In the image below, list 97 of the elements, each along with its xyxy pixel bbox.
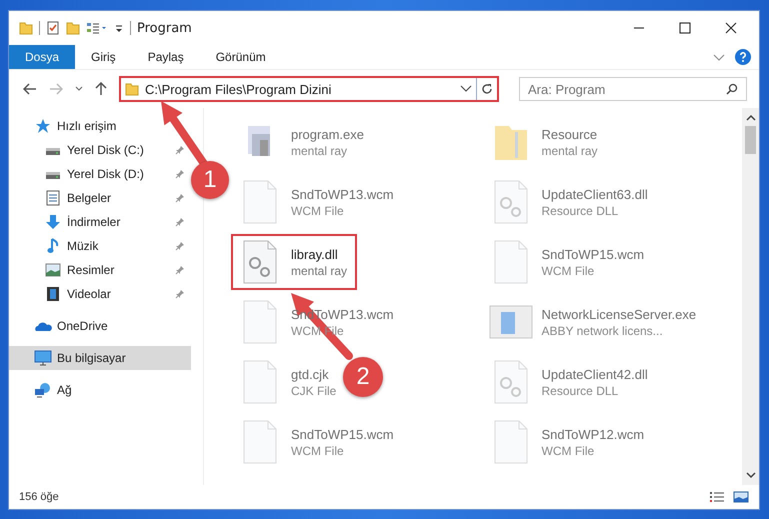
- sidebar-item[interactable]: Yerel Disk (D:): [9, 162, 191, 186]
- file-icon: [492, 420, 528, 464]
- file-item[interactable]: SndToWP13.wcm WCM File: [231, 174, 404, 230]
- file-name: program.exe: [291, 126, 364, 142]
- window-title: Program: [137, 20, 192, 36]
- pin-icon[interactable]: [175, 169, 185, 179]
- sidebar-item[interactable]: Resimler: [9, 258, 191, 282]
- monitor-icon: [34, 350, 52, 366]
- file-icon: [242, 180, 278, 224]
- properties-icon[interactable]: [46, 21, 60, 35]
- sidebar-item[interactable]: Müzik: [9, 234, 191, 258]
- address-bar[interactable]: C:\Program Files\Program Dizini: [121, 78, 476, 100]
- refresh-icon: [481, 83, 493, 95]
- file-name: SndToWP15.wcm: [291, 426, 394, 442]
- help-icon[interactable]: [735, 49, 751, 65]
- file-type: Resource DLL: [542, 384, 620, 398]
- file-name: SndToWP12.wcm: [542, 426, 644, 442]
- ribbon-tab[interactable]: Dosya: [9, 45, 76, 69]
- file-type: mental ray: [291, 144, 348, 158]
- search-icon: [726, 83, 738, 95]
- file-icon: [242, 420, 278, 464]
- step-number: 1: [191, 161, 229, 199]
- ribbon-tab[interactable]: Giriş: [75, 45, 132, 69]
- file-type: Resource DLL: [542, 204, 620, 218]
- search-field[interactable]: Ara: Program: [519, 77, 747, 101]
- sidebar-item[interactable]: Bu bilgisayar: [9, 346, 191, 370]
- file-type: ABBY network licens...: [542, 324, 664, 338]
- star-icon: [35, 118, 51, 134]
- file-type: mental ray: [542, 144, 598, 158]
- close-icon[interactable]: [725, 22, 737, 34]
- film-icon: [46, 286, 60, 302]
- file-type: WCM File: [291, 204, 345, 218]
- file-name: Resource: [542, 126, 598, 142]
- maximize-icon[interactable]: [679, 22, 691, 34]
- sidebar-item[interactable]: Ağ: [9, 378, 191, 402]
- sidebar-item[interactable]: İndirmeler: [9, 210, 191, 234]
- up-icon[interactable]: [95, 82, 107, 96]
- address-path: C:\Program Files\Program Dizini: [145, 82, 332, 96]
- pin-icon[interactable]: [175, 241, 185, 251]
- recent-icon[interactable]: [75, 86, 83, 92]
- sidebar-item[interactable]: Hızlı erişim: [9, 114, 191, 138]
- pin-icon[interactable]: [175, 193, 185, 203]
- ribbon-tab[interactable]: Paylaş: [132, 45, 200, 69]
- sidebar-item[interactable]: Videolar: [9, 282, 191, 306]
- download-icon: [45, 214, 61, 230]
- file-icon: [492, 180, 528, 224]
- scroll-up-icon[interactable]: [746, 114, 756, 122]
- picture-icon: [45, 263, 61, 277]
- sidebar-item[interactable]: OneDrive: [9, 314, 191, 338]
- file-name: SndToWP13.wcm: [291, 186, 394, 202]
- file-icon: [242, 240, 278, 284]
- folder-icon: [125, 82, 139, 96]
- pin-icon[interactable]: [175, 217, 185, 227]
- file-item[interactable]: UpdateClient63.dll Resource DLL: [482, 174, 658, 230]
- music-note-icon: [47, 238, 59, 254]
- file-type: WCM File: [542, 264, 596, 278]
- file-name: SndToWP15.wcm: [542, 246, 644, 262]
- file-item[interactable]: libray.dll mental ray: [231, 234, 358, 290]
- pin-icon[interactable]: [175, 145, 185, 155]
- file-type: CJK File: [291, 384, 336, 398]
- file-item[interactable]: Resource mental ray: [482, 114, 608, 170]
- file-icon: [242, 300, 278, 344]
- pin-icon[interactable]: [175, 289, 185, 299]
- back-icon[interactable]: [23, 83, 37, 95]
- chevron-down-icon[interactable]: [460, 85, 472, 93]
- file-name: UpdateClient63.dll: [542, 186, 648, 202]
- scrollbar-thumb[interactable]: [745, 126, 756, 154]
- network-icon: [34, 382, 52, 398]
- file-name: UpdateClient42.dll: [542, 366, 648, 382]
- sidebar-item[interactable]: Belgeler: [9, 186, 191, 210]
- document-icon: [46, 190, 60, 206]
- file-item[interactable]: SndToWP12.wcm WCM File: [482, 414, 654, 470]
- file-name: NetworkLicenseServer.exe: [542, 306, 696, 322]
- file-item[interactable]: NetworkLicenseServer.exe ABBY network licens...: [482, 294, 706, 350]
- file-icon: [492, 240, 528, 284]
- file-item[interactable]: SndToWP15.wcm WCM File: [231, 414, 404, 470]
- view-options-icon[interactable]: [86, 21, 108, 35]
- scroll-down-icon[interactable]: [746, 471, 756, 479]
- file-icon: [242, 360, 278, 404]
- file-type: WCM File: [291, 444, 345, 458]
- pin-icon[interactable]: [175, 265, 185, 275]
- file-item[interactable]: UpdateClient42.dll Resource DLL: [482, 354, 658, 410]
- ribbon-tab[interactable]: Görünüm: [200, 45, 282, 69]
- step-number: 2: [343, 357, 383, 397]
- file-name: gtd.cjk: [291, 366, 330, 382]
- file-item[interactable]: program.exe mental ray: [231, 114, 374, 170]
- window-icon: [488, 304, 532, 340]
- file-type: mental ray: [291, 264, 348, 278]
- item-count: 156 öğe: [19, 491, 59, 503]
- details-view-icon[interactable]: [709, 491, 725, 503]
- file-icon: [492, 360, 528, 404]
- cloud-icon: [34, 320, 52, 332]
- large-icons-view-icon[interactable]: [733, 491, 749, 503]
- sidebar-item[interactable]: Yerel Disk (C:): [9, 138, 191, 162]
- file-item[interactable]: SndToWP15.wcm WCM File: [482, 234, 654, 290]
- file-name: libray.dll: [291, 246, 339, 262]
- file-type: WCM File: [542, 444, 596, 458]
